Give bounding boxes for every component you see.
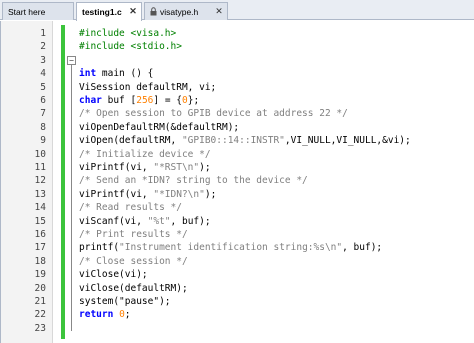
code-line[interactable]: viScanf(vi, "%t", buf);: [79, 215, 211, 228]
line-number: 20: [34, 282, 46, 294]
code-token: viPrintf(vi,: [79, 162, 154, 173]
fold-line: [71, 63, 72, 331]
code-token: viScanf(vi,: [79, 215, 148, 227]
code-token: /* Initialize device */: [79, 148, 211, 160]
tab-label: testing1.c: [82, 7, 122, 17]
code-token: /* Read results */: [79, 202, 182, 214]
code-editor[interactable]: 1 2 3 4 5 6 7 8 9 10 11 12 13 14 15 16 17 18 19 20 21 22 23 − …: [0, 21, 474, 343]
line-number: 23: [34, 322, 46, 334]
line-number: 18: [34, 255, 46, 267]
line-number: 11: [34, 162, 46, 173]
code-line[interactable]: /* Close session */: [79, 255, 188, 268]
change-bar: [61, 25, 65, 339]
line-number: 6: [40, 95, 46, 106]
code-line[interactable]: char buf [256] = {0};: [79, 94, 199, 107]
code-token: /* Send an *IDN? string to the device */: [79, 175, 308, 187]
code-token: );: [199, 162, 211, 173]
code-line[interactable]: int main () {: [79, 67, 153, 80]
code-token: main () {: [96, 68, 154, 80]
line-number: 14: [34, 202, 46, 214]
line-number: 3: [40, 54, 46, 66]
code-token: "%t": [147, 215, 171, 227]
line-number: 16: [34, 229, 46, 240]
code-token: #include <stdio.h>: [79, 41, 182, 53]
code-line[interactable]: /* Send an *IDN? string to the device */: [79, 174, 308, 187]
code-token: ViSession defaultRM, vi;: [79, 81, 217, 93]
line-number: 17: [34, 242, 46, 254]
code-token: viClose(defaultRM);: [79, 282, 188, 294]
tab-visatype-h[interactable]: visatype.h ✕: [144, 2, 228, 20]
code-token: buf [: [101, 95, 137, 106]
line-number: 13: [34, 188, 46, 200]
editor-tab-bar: Start here testing1.c ✕ visatype.h ✕: [0, 0, 474, 21]
code-token: /* Close session */: [79, 255, 188, 267]
code-token: #include <visa.h>: [79, 28, 177, 39]
code-line[interactable]: #include <stdio.h>: [79, 40, 182, 53]
line-number: 5: [40, 81, 46, 93]
code-line[interactable]: viClose(vi);: [79, 268, 148, 281]
code-token: ;: [124, 309, 131, 321]
code-token: "*IDN?\n": [153, 188, 205, 200]
code-token: /* Open session to GPIB device at addres…: [79, 108, 348, 120]
line-number: 8: [40, 121, 46, 133]
line-number: 19: [34, 269, 46, 281]
code-token: ] = {: [153, 95, 182, 106]
code-line[interactable]: ViSession defaultRM, vi;: [79, 81, 216, 94]
code-line[interactable]: viOpenDefaultRM(&defaultRM);: [79, 121, 239, 134]
code-token: char: [79, 95, 102, 106]
tab-label: visatype.h: [160, 7, 199, 17]
code-token: viOpenDefaultRM(&defaultRM);: [79, 121, 240, 133]
tab-start-here[interactable]: Start here: [2, 2, 74, 20]
line-number: 2: [40, 41, 46, 53]
code-token: };: [187, 95, 200, 106]
code-line[interactable]: viPrintf(vi, "*RST\n");: [79, 161, 211, 174]
code-token: return: [79, 309, 114, 321]
code-line[interactable]: system("pause");: [79, 295, 171, 308]
code-token: , buf);: [342, 242, 383, 254]
line-number: 21: [34, 296, 46, 307]
line-number-gutter: 1 2 3 4 5 6 7 8 9 10 11 12 13 14 15 16 17 18 19 20 21 22 23: [1, 21, 53, 343]
tab-label: Start here: [8, 7, 46, 17]
code-line[interactable]: /* Print results */: [79, 228, 188, 241]
code-token: 256: [136, 95, 154, 106]
close-icon[interactable]: ✕: [214, 6, 224, 16]
line-number: 9: [40, 135, 46, 147]
line-number: 22: [34, 309, 46, 321]
code-token: system("pause");: [79, 296, 171, 307]
close-icon[interactable]: ✕: [128, 6, 138, 16]
code-token: );: [204, 188, 217, 200]
code-line[interactable]: return 0;: [79, 308, 131, 321]
code-line[interactable]: /* Open session to GPIB device at addres…: [79, 107, 348, 120]
code-token: viOpen(defaultRM,: [79, 135, 182, 147]
code-line[interactable]: #include <visa.h>: [79, 27, 176, 40]
code-line[interactable]: /* Read results */: [79, 201, 182, 214]
code-token: ,VI_NULL,VI_NULL,&vi);: [284, 135, 411, 147]
code-line[interactable]: viClose(defaultRM);: [79, 282, 188, 295]
code-line[interactable]: viPrintf(vi, "*IDN?\n");: [79, 188, 216, 201]
line-number: 7: [40, 108, 46, 120]
code-token: /* Print results */: [79, 229, 188, 240]
code-token: "GPIB0::14::INSTR": [181, 135, 285, 147]
line-number: 4: [40, 68, 46, 80]
code-token: printf(: [79, 242, 120, 254]
code-token: int: [79, 68, 97, 80]
lock-icon: [150, 7, 157, 18]
line-number: 15: [34, 215, 46, 227]
line-number: 12: [34, 175, 46, 187]
code-line[interactable]: printf("Instrument identification string…: [79, 241, 382, 254]
code-token: viPrintf(vi,: [79, 188, 154, 200]
tab-testing1-c[interactable]: testing1.c ✕: [76, 2, 142, 21]
line-number: 10: [34, 148, 46, 160]
code-line[interactable]: /* Initialize device */: [79, 148, 211, 161]
code-token: viClose(vi);: [79, 269, 148, 281]
code-token: "Instrument identification string:%s\n": [119, 242, 343, 254]
code-line[interactable]: viOpen(defaultRM, "GPIB0::14::INSTR",VI_…: [79, 134, 411, 147]
code-token: , buf);: [170, 215, 211, 227]
fold-minus-icon[interactable]: −: [67, 56, 76, 65]
line-number: 1: [40, 28, 46, 39]
code-token: "*RST\n": [153, 162, 200, 173]
